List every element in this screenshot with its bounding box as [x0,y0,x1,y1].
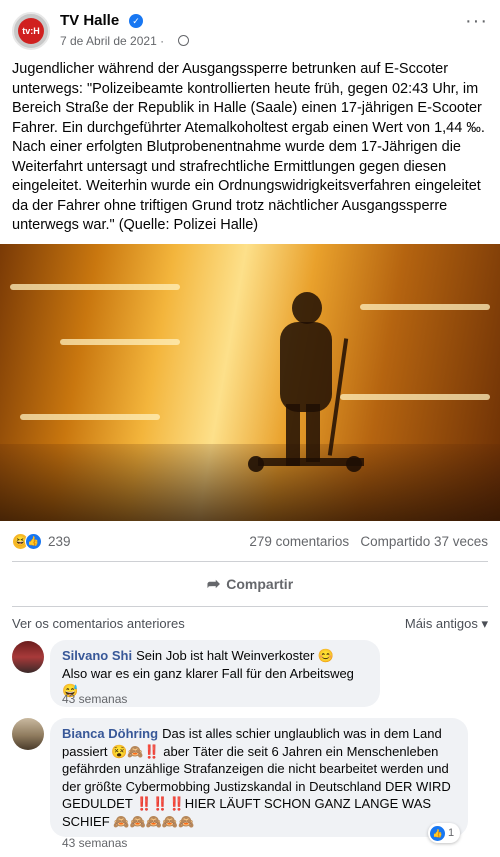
verified-badge-icon: ✓ [129,14,143,28]
comment-author[interactable]: Bianca Döhring [62,726,158,741]
share-count[interactable]: Compartido 37 veces [360,534,488,549]
page-logo: tv:H [18,18,44,44]
post-text: Jugendlicher während der Ausgangssperre … [12,61,485,233]
commenter-avatar[interactable] [12,641,44,673]
comment-author[interactable]: Silvano Shi [62,648,132,663]
post-photo[interactable] [0,244,500,521]
post-card: tv:H TV Halle ✓ 7 de Abril de 2021 · ···… [0,0,500,857]
comment-sort-dropdown[interactable]: Máis antigos ▾ [405,616,488,632]
post-header: tv:H TV Halle ✓ 7 de Abril de 2021 · ··· [12,10,488,50]
more-options-icon[interactable]: ··· [465,10,488,33]
comment-text: Das ist alles schier unglaublich was in … [62,726,451,829]
share-arrow-icon: ➦ [206,576,221,593]
page-name[interactable]: TV Halle [60,12,119,29]
comment-like-badge[interactable]: 👍 1 [428,823,461,843]
view-previous-comments-link[interactable]: Ver os comentarios anteriores [12,616,185,631]
globe-icon [178,35,189,46]
comment-count[interactable]: 279 comentarios [249,534,349,549]
comments-bar: Ver os comentarios anteriores Máis antig… [12,614,488,634]
comment-time[interactable]: 43 semanas [62,692,127,706]
comment-like-count: 1 [448,827,455,839]
stats-right: 279 comentarios Compartido 37 veces [249,534,488,549]
commenter-avatar[interactable] [12,718,44,750]
like-reaction-icon: 👍 [430,825,445,841]
post-stats: 😆 👍 239 279 comentarios Compartido 37 ve… [12,530,488,554]
reaction-count[interactable]: 239 [48,534,71,549]
comment-time[interactable]: 43 semanas [62,836,127,850]
divider [12,561,488,562]
share-label: Compartir [226,576,294,592]
comment-bubble: Bianca Döhring Das ist alles schier ungla… [50,718,468,837]
divider [12,606,488,607]
share-button[interactable]: ➦ Compartir [12,566,488,602]
like-reaction-icon: 👍 [25,533,42,550]
page-avatar[interactable]: tv:H [12,12,50,50]
post-date[interactable]: 7 de Abril de 2021 · [60,34,164,48]
